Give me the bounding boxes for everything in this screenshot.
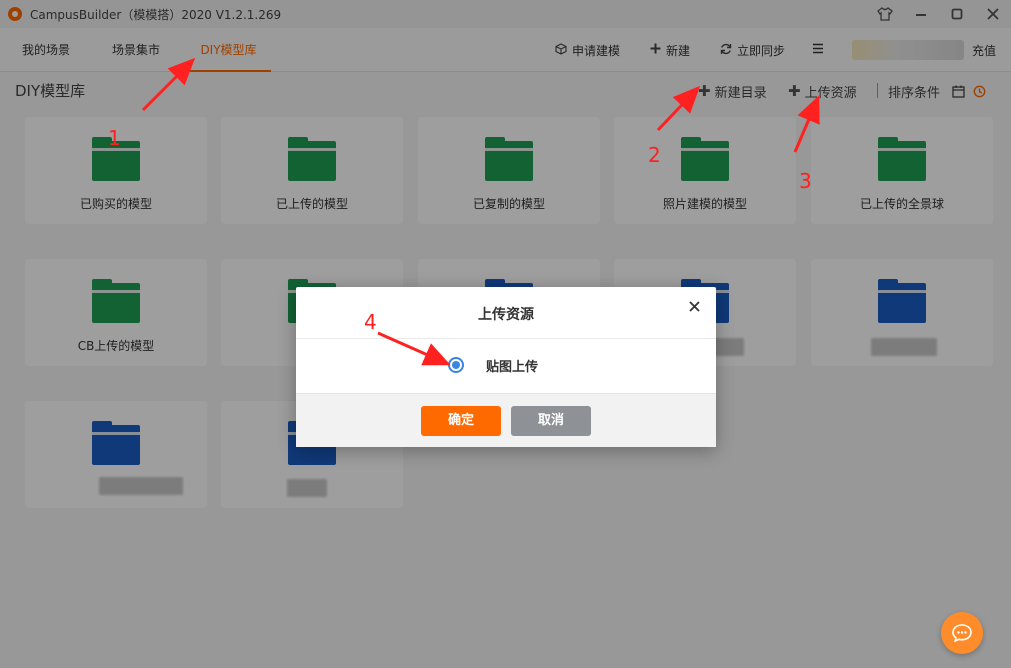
chat-icon <box>952 624 972 642</box>
dialog-title: 上传资源 <box>478 307 534 323</box>
annotation-number-3: 3 <box>799 169 812 193</box>
chat-button[interactable] <box>941 612 983 654</box>
confirm-button[interactable]: 确定 <box>421 406 501 436</box>
annotation-number-4: 4 <box>364 310 377 334</box>
dialog-footer: 确定 取消 <box>296 393 716 447</box>
close-icon[interactable] <box>684 297 704 317</box>
texture-upload-label[interactable]: 贴图上传 <box>486 356 538 375</box>
texture-upload-radio[interactable] <box>448 357 464 373</box>
dialog-divider <box>296 338 716 339</box>
upload-resource-dialog: 上传资源 贴图上传 确定 取消 <box>296 287 716 447</box>
annotation-number-2: 2 <box>648 143 661 167</box>
annotation-number-1: 1 <box>108 126 121 150</box>
cancel-button[interactable]: 取消 <box>511 406 591 436</box>
